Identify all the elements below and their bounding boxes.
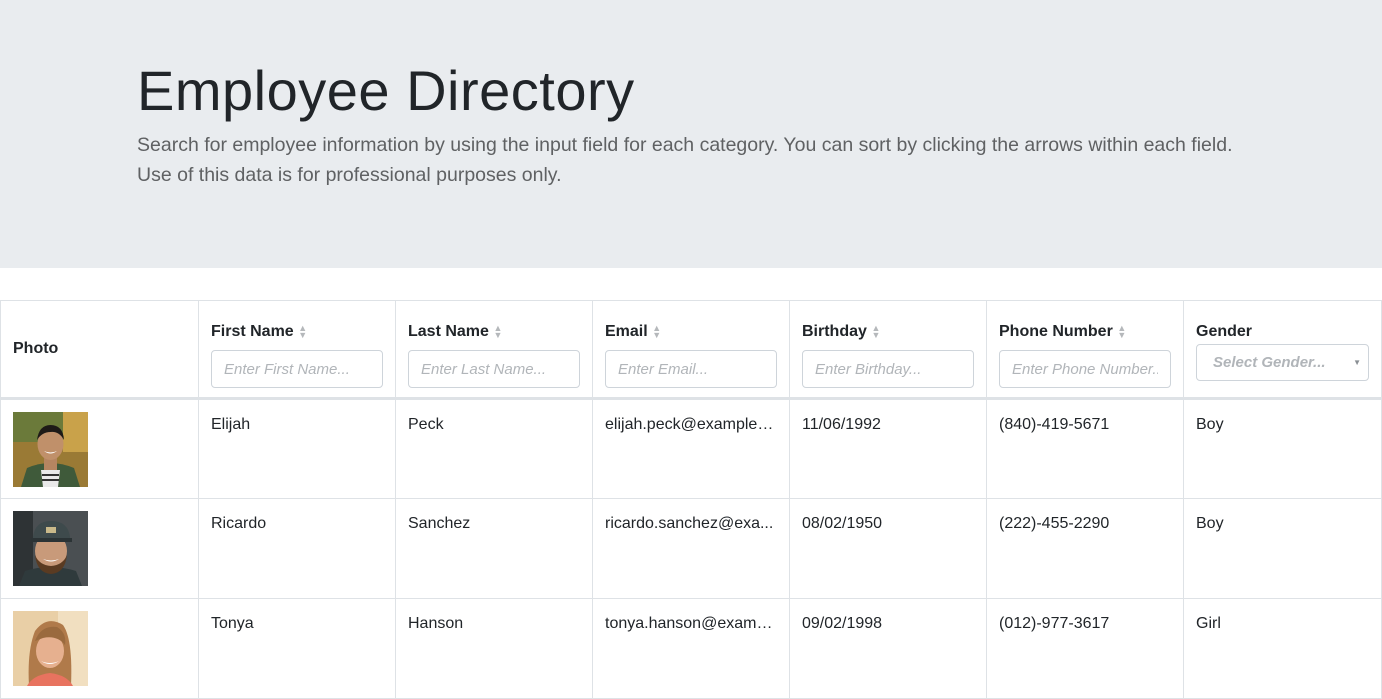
- first-name-cell: Elijah: [198, 398, 396, 499]
- email-filter-input[interactable]: [605, 350, 777, 388]
- last-name-filter-input[interactable]: [408, 350, 580, 388]
- gender-cell: Boy: [1183, 398, 1382, 499]
- photo-cell: [0, 398, 199, 499]
- table-row: Elijah Peck elijah.peck@example.c... 11/…: [0, 398, 1382, 499]
- sort-icon[interactable]: ▲ ▼: [652, 324, 662, 340]
- column-title-first-name: First Name: [211, 323, 294, 340]
- first-name-cell: Ricardo: [198, 498, 396, 599]
- sort-phone-button[interactable]: Phone Number ▲ ▼: [999, 322, 1171, 342]
- column-header-first-name: First Name ▲ ▼: [198, 300, 396, 400]
- column-header-email: Email ▲ ▼: [592, 300, 790, 400]
- caret-down-icon: ▼: [1353, 358, 1361, 367]
- sort-icon[interactable]: ▲ ▼: [493, 324, 503, 340]
- column-header-phone: Phone Number ▲ ▼: [986, 300, 1184, 400]
- email-cell: ricardo.sanchez@exa...: [592, 498, 790, 599]
- page-description: Search for employee information by using…: [137, 134, 1233, 186]
- gender-cell: Boy: [1183, 498, 1382, 599]
- employee-photo: [13, 611, 88, 686]
- column-title-photo: Photo: [13, 340, 59, 357]
- table-header: Photo First Name▲▼ Last Name▲▼ Email▲▼: [0, 300, 1382, 400]
- page-header: Employee Directory Search for employee i…: [0, 0, 1382, 268]
- sort-icon[interactable]: ▲ ▼: [1117, 324, 1127, 340]
- column-title-gender: Gender: [1196, 323, 1253, 340]
- page-title: Employee Directory: [137, 59, 635, 122]
- phone-cell: (222)-455-2290: [986, 498, 1184, 599]
- column-title-last-name: Last Name: [408, 323, 489, 340]
- photo-cell: [0, 498, 199, 599]
- sort-email-button[interactable]: Email ▲ ▼: [605, 322, 777, 342]
- column-header-photo: Photo: [0, 300, 199, 400]
- gender-filter-select[interactable]: Select Gender... ▼: [1196, 344, 1369, 381]
- column-header-last-name: Last Name ▲ ▼: [395, 300, 593, 400]
- birthday-cell: 08/02/1950: [789, 498, 987, 599]
- phone-cell: (840)-419-5671: [986, 398, 1184, 499]
- column-header-gender: Gender Select Gender... ▼: [1183, 300, 1382, 400]
- phone-filter-input[interactable]: [999, 350, 1171, 388]
- column-header-birthday: Birthday ▲ ▼: [789, 300, 987, 400]
- sort-icon[interactable]: ▲ ▼: [871, 324, 881, 340]
- column-title-phone: Phone Number: [999, 323, 1113, 340]
- sort-birthday-button[interactable]: Birthday ▲ ▼: [802, 322, 974, 342]
- gender-select-placeholder: Select Gender...: [1213, 354, 1326, 371]
- employee-table: Photo First Name▲▼ Last Name▲▼ Email▲▼: [0, 300, 1382, 699]
- sort-icon[interactable]: ▲ ▼: [298, 324, 308, 340]
- last-name-cell: Peck: [395, 398, 593, 499]
- column-title-email: Email: [605, 323, 648, 340]
- first-name-filter-input[interactable]: [211, 350, 383, 388]
- column-title-birthday: Birthday: [802, 323, 867, 340]
- last-name-cell: Sanchez: [395, 498, 593, 599]
- employee-photo: [13, 511, 88, 586]
- email-cell: elijah.peck@example.c...: [592, 398, 790, 499]
- sort-last-name-button[interactable]: Last Name ▲ ▼: [408, 322, 580, 342]
- table-row: Ricardo Sanchez ricardo.sanchez@exa... 0…: [0, 498, 1382, 599]
- birthday-filter-input[interactable]: [802, 350, 974, 388]
- table-body: Elijah Peck elijah.peck@example.c... 11/…: [0, 398, 1382, 699]
- birthday-cell: 11/06/1992: [789, 398, 987, 499]
- employee-photo: [13, 412, 88, 487]
- sort-first-name-button[interactable]: First Name ▲ ▼: [211, 322, 383, 342]
